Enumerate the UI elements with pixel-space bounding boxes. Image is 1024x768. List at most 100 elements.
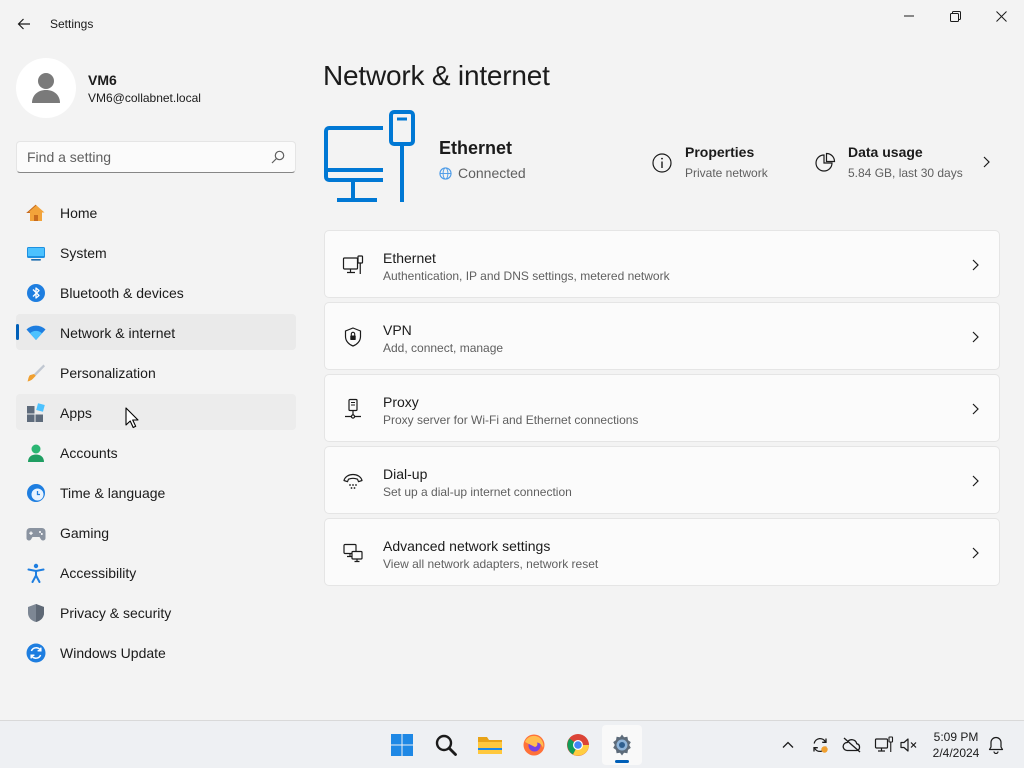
ethernet-status-icon: [874, 736, 894, 752]
sidebar-item-apps[interactable]: Apps: [16, 394, 296, 430]
ethernet-monitor-icon: [324, 110, 415, 202]
system-icon: [27, 247, 45, 261]
connection-status-text: Connected: [458, 165, 526, 181]
firefox-icon: [523, 734, 545, 756]
dialup-icon: [343, 473, 363, 489]
card-title: Advanced network settings: [383, 538, 551, 554]
taskbar-clock[interactable]: 5:09 PM 2/4/2024: [926, 729, 986, 761]
update-icon: [26, 643, 46, 663]
gamepad-icon: [26, 528, 46, 541]
info-icon: [652, 153, 672, 173]
card-subtitle: Set up a dial-up internet connection: [383, 485, 572, 499]
sidebar-item-home[interactable]: Home: [16, 194, 296, 230]
properties-subtitle: Private network: [685, 166, 768, 180]
settings-cards: Ethernet Authentication, IP and DNS sett…: [324, 230, 1000, 590]
firefox-button[interactable]: [514, 725, 554, 765]
card-dial-up[interactable]: Dial-up Set up a dial-up internet connec…: [324, 446, 1000, 514]
user-profile[interactable]: VM6 VM6@collabnet.local: [16, 58, 296, 118]
search-input[interactable]: [17, 142, 267, 172]
sidebar-item-label: Privacy & security: [60, 605, 172, 621]
windows-logo-icon: [391, 734, 413, 756]
avatar: [16, 58, 76, 118]
sidebar-item-label: Windows Update: [60, 645, 166, 661]
network-tray-button[interactable]: [874, 735, 894, 755]
card-title: VPN: [383, 322, 412, 338]
sidebar-nav: Home System Bluetooth & devices Network …: [16, 194, 296, 674]
restore-button[interactable]: [932, 0, 978, 32]
sidebar-item-accounts[interactable]: Accounts: [16, 434, 296, 470]
user-avatar-icon: [32, 73, 60, 103]
volume-tray-button[interactable]: [899, 735, 919, 755]
sidebar-item-label: Accessibility: [60, 565, 137, 581]
onedrive-tray-button[interactable]: [842, 735, 862, 755]
chrome-icon: [567, 734, 589, 756]
sidebar-item-label: Home: [60, 205, 98, 221]
vpn-shield-icon: [344, 327, 362, 347]
data-usage-subtitle: 5.84 GB, last 30 days: [848, 166, 963, 180]
show-hidden-icons-button[interactable]: [778, 735, 798, 755]
sidebar-item-network[interactable]: Network & internet: [16, 314, 296, 350]
card-ethernet[interactable]: Ethernet Authentication, IP and DNS sett…: [324, 230, 1000, 298]
ethernet-icon: [342, 255, 364, 274]
connection-name: Ethernet: [439, 138, 513, 158]
notifications-button[interactable]: [986, 735, 1006, 755]
wifi-icon: [26, 325, 46, 340]
card-title: Ethernet: [383, 250, 436, 266]
accessibility-icon: [27, 563, 45, 583]
sidebar-item-privacy-security[interactable]: Privacy & security: [16, 594, 296, 630]
proxy-icon: [345, 398, 361, 419]
user-email: VM6@collabnet.local: [88, 91, 201, 105]
taskbar-search-button[interactable]: [426, 725, 466, 765]
card-title: Dial-up: [383, 466, 428, 482]
clock-date: 2/4/2024: [932, 746, 980, 760]
taskbar: 5:09 PM 2/4/2024: [0, 720, 1024, 768]
file-explorer-button[interactable]: [470, 725, 510, 765]
gear-icon: [613, 734, 631, 756]
close-icon: [995, 10, 1007, 22]
card-title: Proxy: [383, 394, 419, 410]
folder-icon: [478, 737, 502, 754]
properties-link[interactable]: Properties Private network: [651, 142, 791, 182]
page-title: Network & internet: [323, 60, 550, 91]
clock-globe-icon: [27, 484, 45, 502]
settings-taskbar-button[interactable]: [602, 725, 642, 765]
sidebar-item-gaming[interactable]: Gaming: [16, 514, 296, 550]
apps-icon: [27, 403, 45, 422]
close-button[interactable]: [978, 0, 1024, 32]
chrome-button[interactable]: [558, 725, 598, 765]
card-proxy[interactable]: Proxy Proxy server for Wi-Fi and Etherne…: [324, 374, 1000, 442]
home-icon: [26, 204, 45, 221]
sidebar-item-personalization[interactable]: Personalization: [16, 354, 296, 390]
sidebar-item-label: Personalization: [60, 365, 156, 381]
data-usage-link[interactable]: Data usage 5.84 GB, last 30 days: [814, 142, 999, 182]
search-box[interactable]: [16, 141, 296, 173]
minimize-button[interactable]: [886, 0, 932, 32]
sidebar-item-label: Apps: [60, 405, 92, 421]
sidebar-item-accessibility[interactable]: Accessibility: [16, 554, 296, 590]
globe-icon: [439, 166, 452, 180]
sidebar-item-windows-update[interactable]: Windows Update: [16, 634, 296, 670]
title-bar: Settings: [0, 0, 1024, 48]
chevron-right-icon: [972, 547, 979, 559]
chevron-right-icon: [983, 156, 990, 168]
sidebar-item-bluetooth[interactable]: Bluetooth & devices: [16, 274, 296, 310]
sidebar-item-label: Bluetooth & devices: [60, 285, 184, 301]
card-subtitle: View all network adapters, network reset: [383, 557, 599, 571]
back-button[interactable]: [12, 12, 36, 36]
start-button[interactable]: [382, 725, 422, 765]
sidebar-item-label: Accounts: [60, 445, 118, 461]
sidebar-item-label: Network & internet: [60, 325, 176, 341]
sidebar-item-label: System: [60, 245, 107, 261]
running-indicator: [615, 760, 629, 763]
chevron-up-icon: [782, 741, 794, 748]
sidebar-item-time-language[interactable]: Time & language: [16, 474, 296, 510]
card-advanced-network[interactable]: Advanced network settings View all netwo…: [324, 518, 1000, 586]
sync-tray-button[interactable]: [810, 735, 830, 755]
restore-icon: [949, 10, 961, 22]
bluetooth-icon: [27, 284, 45, 302]
user-name: VM6: [88, 72, 117, 88]
search-icon[interactable]: [271, 150, 285, 164]
bell-icon: [988, 736, 1004, 754]
card-vpn[interactable]: VPN Add, connect, manage: [324, 302, 1000, 370]
sidebar-item-system[interactable]: System: [16, 234, 296, 270]
